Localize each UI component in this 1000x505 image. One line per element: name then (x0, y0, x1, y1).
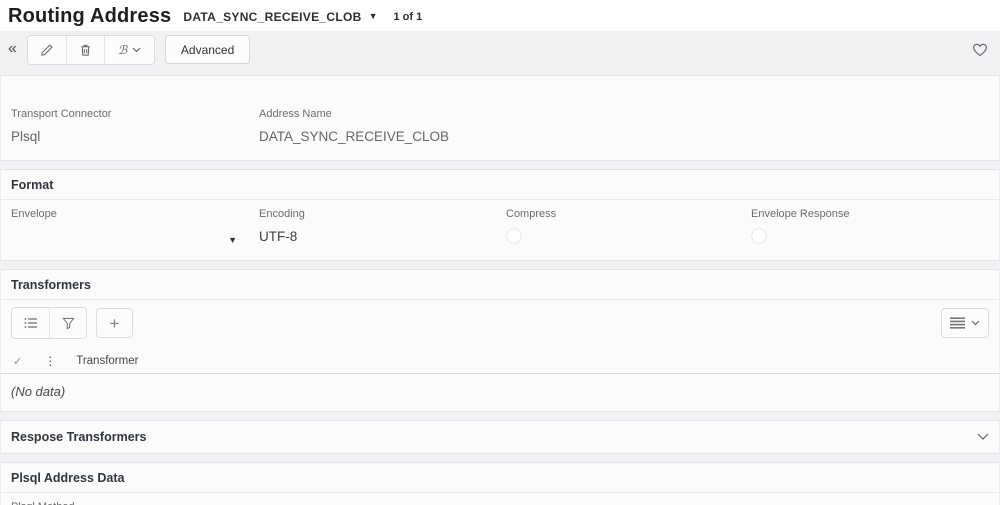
field-address-name: Address Name DATA_SYNC_RECEIVE_CLOB (259, 108, 506, 146)
plsql-section-title: Plsql Address Data (11, 471, 124, 485)
response-transformers-header[interactable]: Respose Transformers (1, 421, 999, 453)
format-fields: Envelope ▼ Encoding UTF-8 Compress Envel… (1, 200, 999, 260)
favorite-button[interactable] (970, 40, 990, 59)
add-row-button[interactable]: + (96, 308, 133, 338)
list-icon (24, 317, 38, 329)
format-section-title: Format (11, 178, 53, 192)
envelope-select[interactable]: ▼ (11, 228, 241, 245)
page-title: Routing Address (8, 5, 171, 28)
toolbar-right (970, 40, 990, 59)
delete-button[interactable] (66, 36, 104, 64)
rows-icon (950, 317, 965, 329)
record-selector[interactable]: DATA_SYNC_RECEIVE_CLOB ▼ (183, 10, 377, 24)
compress-label: Compress (506, 208, 733, 220)
select-all-checkmark-icon[interactable]: ✓ (13, 355, 22, 368)
general-card: Transport Connector Plsql Address Name D… (0, 75, 1000, 161)
envelope-response-label: Envelope Response (751, 208, 971, 220)
plsql-fields: Plsql Method Repl_Lob_Buffer_API.Receive… (1, 493, 999, 505)
stamp-icon: ℬ (118, 44, 127, 56)
plus-icon: + (110, 315, 120, 332)
encoding-label: Encoding (259, 208, 488, 220)
envelope-caret-icon: ▼ (228, 235, 237, 245)
table-tools-group (11, 307, 87, 339)
transformers-section-header: Transformers (1, 270, 999, 300)
chevron-down-icon (971, 320, 980, 326)
field-encoding: Encoding UTF-8 (259, 208, 506, 246)
page-header: Routing Address DATA_SYNC_RECEIVE_CLOB ▼… (0, 0, 1000, 31)
plsql-section-header: Plsql Address Data (1, 463, 999, 493)
transformers-empty-state: (No data) (1, 374, 999, 411)
field-envelope-response: Envelope Response (751, 208, 989, 246)
double-chevron-left-icon: « (8, 40, 17, 57)
format-card: Format Envelope ▼ Encoding UTF-8 Compres… (0, 169, 1000, 261)
address-name-value: DATA_SYNC_RECEIVE_CLOB (259, 129, 449, 144)
chevron-down-icon (132, 47, 141, 53)
stamp-menu-button[interactable]: ℬ (104, 36, 154, 64)
transformers-table-toolbar: + (1, 300, 999, 347)
record-actions-group: ℬ (27, 35, 155, 65)
plsql-method-label: Plsql Method (11, 501, 488, 505)
transport-connector-value: Plsql (11, 129, 40, 144)
plsql-address-data-card: Plsql Address Data Plsql Method Repl_Lob… (0, 462, 1000, 505)
compress-toggle-knob (507, 229, 521, 243)
envelope-response-toggle-knob (752, 229, 766, 243)
transport-connector-label: Transport Connector (11, 108, 241, 120)
transformers-card: Transformers + (0, 269, 1000, 412)
general-fields: Transport Connector Plsql Address Name D… (1, 100, 999, 160)
address-name-label: Address Name (259, 108, 488, 120)
field-compress: Compress (506, 208, 751, 246)
trash-icon (79, 43, 92, 57)
edit-button[interactable] (28, 36, 66, 64)
multi-select-button[interactable] (12, 308, 49, 338)
pencil-icon (40, 43, 54, 57)
record-selector-caret-icon: ▼ (369, 12, 378, 21)
field-plsql-method: Plsql Method Repl_Lob_Buffer_API.Receive… (11, 501, 506, 505)
expand-chevron-down-icon[interactable] (977, 433, 989, 441)
record-count: 1 of 1 (393, 11, 422, 23)
transformers-grid-header: ✓ ⋮ Transformer (1, 349, 999, 374)
response-transformers-title: Respose Transformers (11, 430, 146, 444)
collapse-panel-button[interactable]: « (6, 39, 23, 61)
transformer-column-header[interactable]: Transformer (76, 355, 138, 367)
heart-icon (972, 42, 988, 57)
format-section-header: Format (1, 170, 999, 200)
advanced-button[interactable]: Advanced (165, 35, 250, 64)
transformers-section-title: Transformers (11, 278, 91, 292)
field-envelope: Envelope ▼ (11, 208, 259, 246)
field-transport-connector: Transport Connector Plsql (11, 108, 259, 146)
filter-button[interactable] (49, 308, 86, 338)
envelope-label: Envelope (11, 208, 241, 220)
response-transformers-card: Respose Transformers (0, 420, 1000, 454)
encoding-value: UTF-8 (259, 229, 297, 244)
command-toolbar: « ℬ Advanced (0, 31, 1000, 68)
table-view-options-button[interactable] (941, 308, 989, 338)
filter-icon (62, 317, 75, 330)
record-selector-value: DATA_SYNC_RECEIVE_CLOB (183, 10, 361, 24)
kebab-menu-icon[interactable]: ⋮ (44, 354, 56, 368)
